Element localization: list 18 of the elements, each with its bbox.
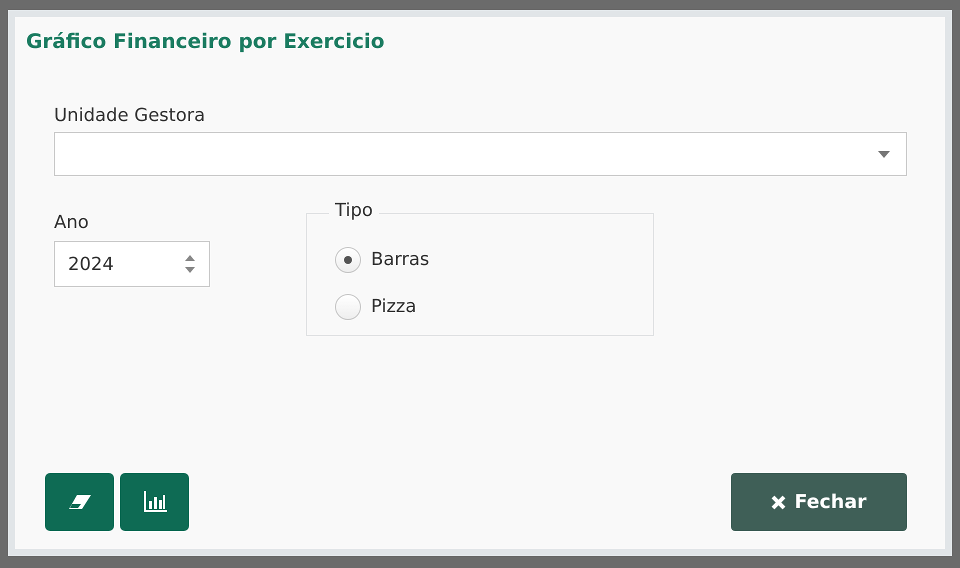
dialog-title: Gráfico Financeiro por Exercicio bbox=[26, 29, 386, 53]
eraser-icon bbox=[68, 494, 92, 510]
bar-chart-icon bbox=[142, 491, 166, 513]
spinner-icon bbox=[183, 253, 197, 275]
field-label: Ano bbox=[54, 212, 90, 233]
field-label: Unidade Gestora bbox=[54, 105, 206, 126]
radio-label[interactable]: Pizza bbox=[371, 296, 416, 317]
caret-icon bbox=[878, 150, 890, 158]
eraser-button[interactable] bbox=[45, 473, 114, 531]
chart-button[interactable] bbox=[120, 473, 189, 531]
select-field[interactable] bbox=[54, 132, 907, 176]
fieldset-legend: Tipo bbox=[329, 200, 379, 221]
radio-button[interactable] bbox=[335, 246, 361, 272]
radio-button[interactable] bbox=[335, 294, 361, 320]
close-button[interactable]: Fechar bbox=[731, 473, 907, 531]
radio-label[interactable]: Barras bbox=[371, 249, 430, 270]
close-icon bbox=[771, 494, 786, 510]
year-input[interactable]: 2024 bbox=[54, 241, 210, 287]
